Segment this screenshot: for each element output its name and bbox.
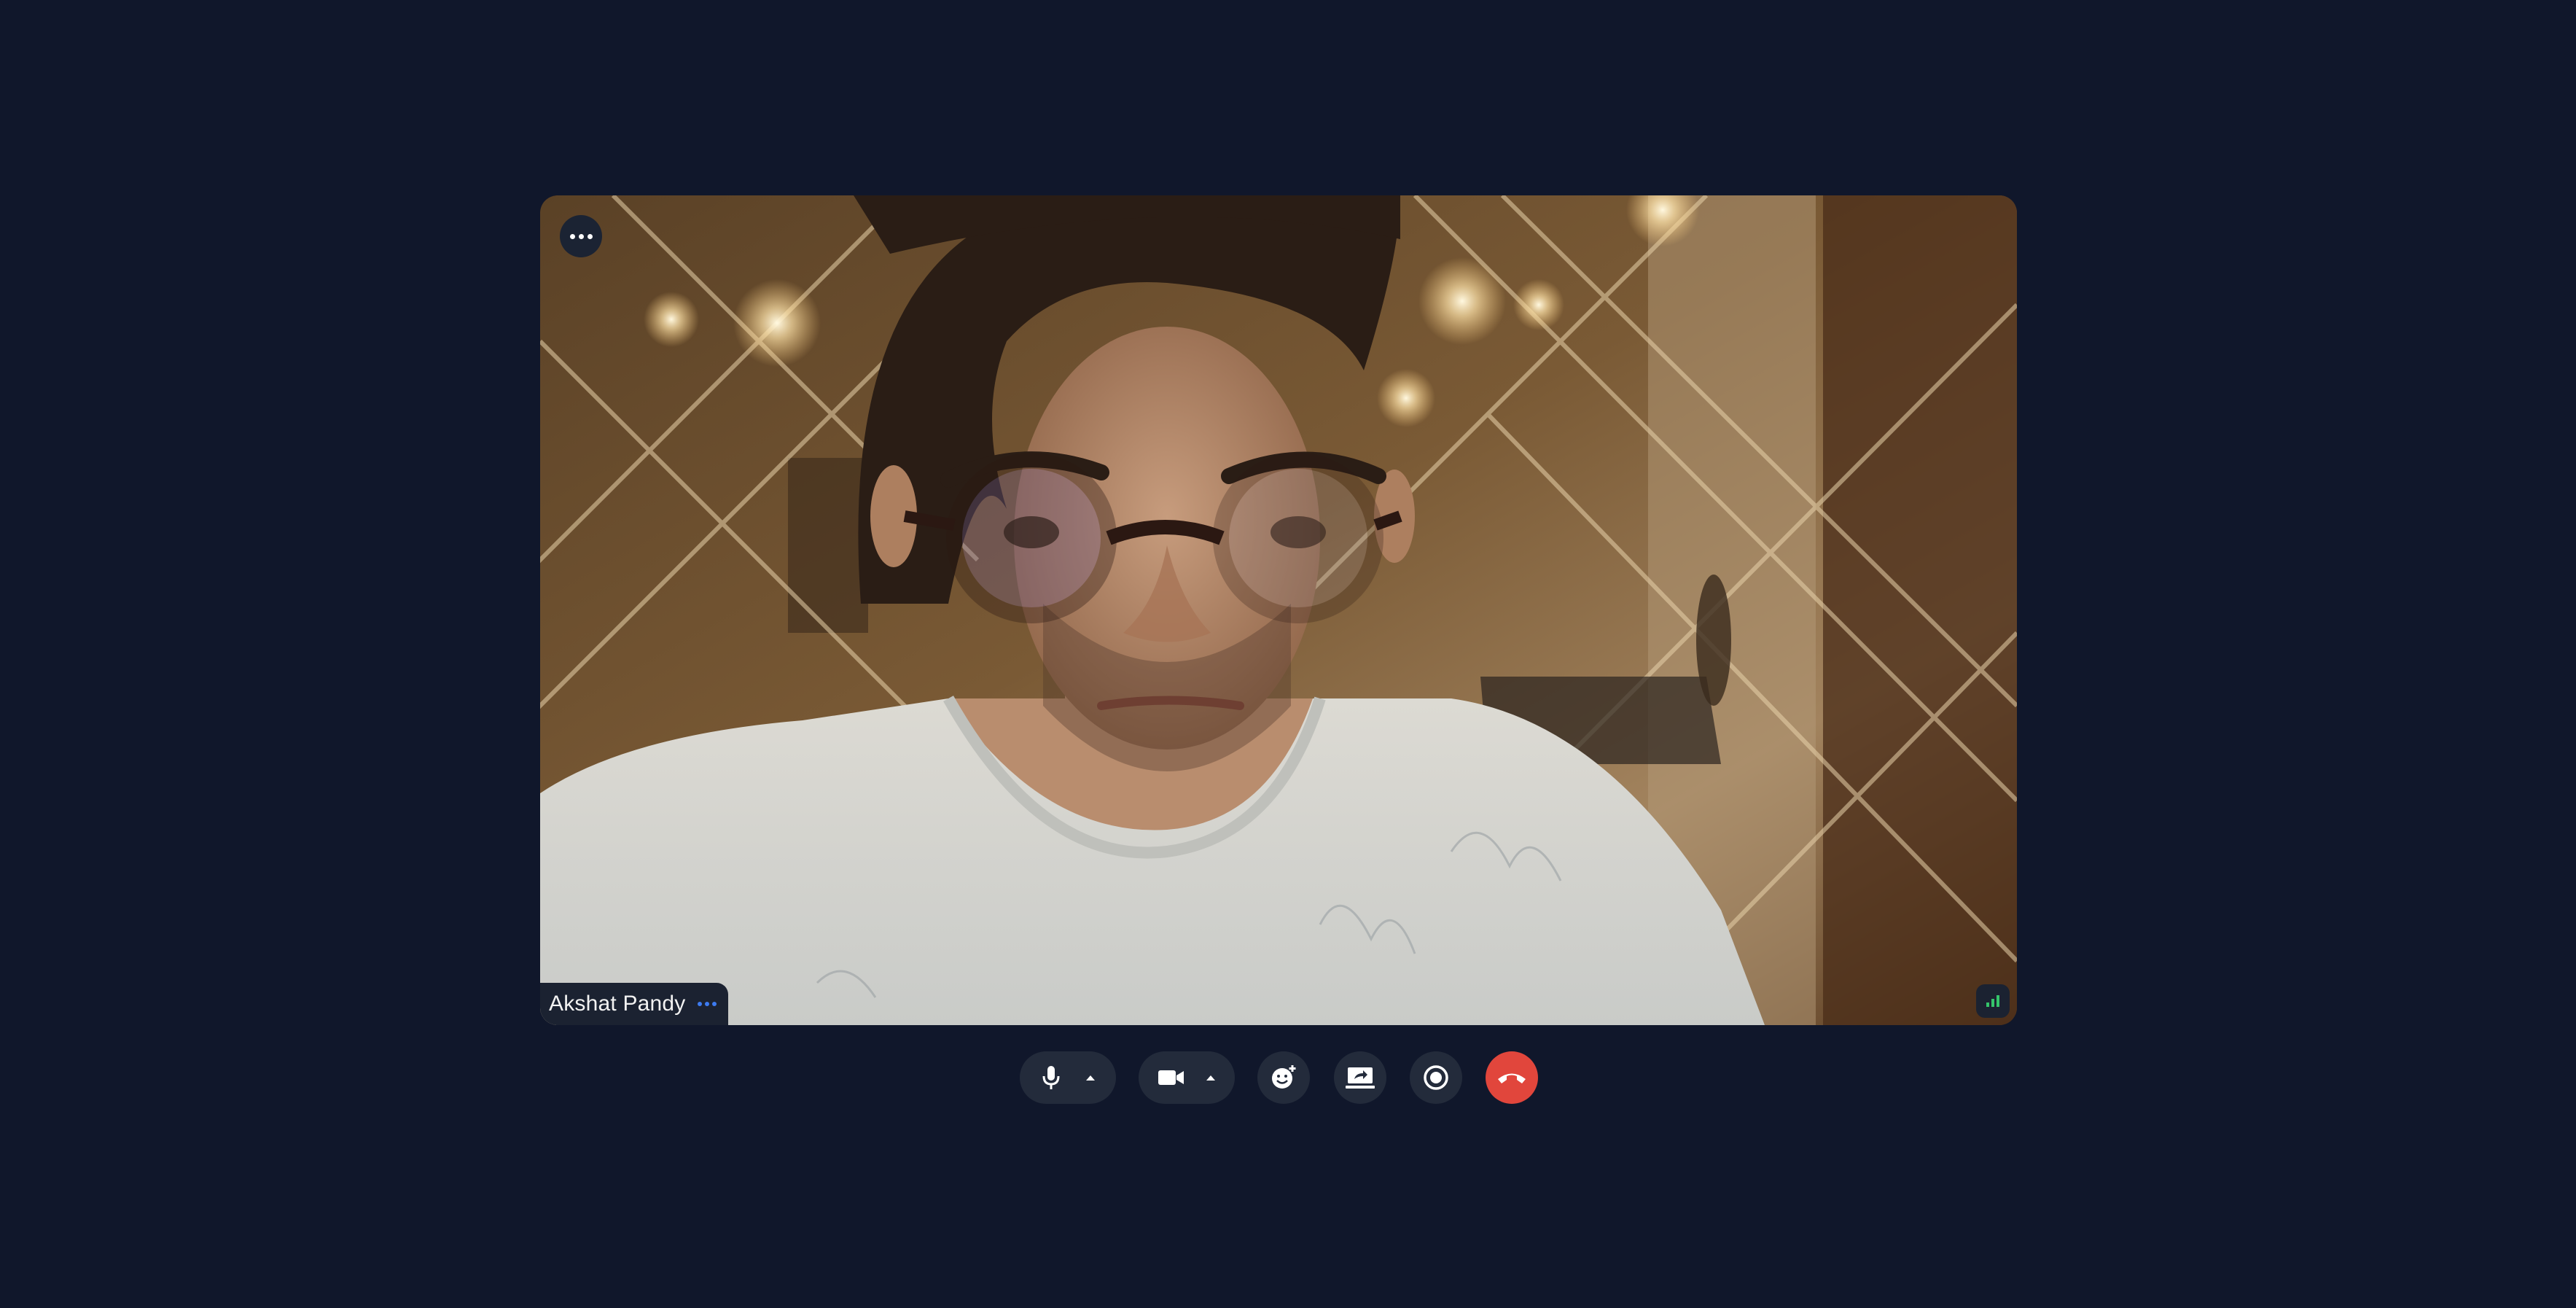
- tile-more-options-button[interactable]: [560, 215, 602, 257]
- share-screen-button[interactable]: [1334, 1051, 1386, 1104]
- microphone-control: [1020, 1051, 1116, 1104]
- leave-call-button[interactable]: [1486, 1051, 1538, 1104]
- camera-control: [1139, 1051, 1235, 1104]
- participant-video-feed: [540, 195, 2017, 1025]
- participant-name: Akshat Pandy: [549, 992, 686, 1016]
- signal-bars-icon: [1986, 995, 1999, 1007]
- emoji-add-icon: [1272, 1065, 1296, 1089]
- screen-share-icon: [1346, 1067, 1375, 1089]
- record-icon: [1424, 1065, 1448, 1090]
- more-horizontal-icon: [569, 233, 593, 239]
- caret-up-icon: [1206, 1075, 1215, 1081]
- participant-name-tag: Akshat Pandy: [540, 983, 728, 1025]
- participant-options-button[interactable]: [696, 999, 718, 1009]
- more-horizontal-icon: [697, 1002, 702, 1006]
- video-camera-icon: [1158, 1070, 1184, 1085]
- record-button[interactable]: [1410, 1051, 1462, 1104]
- camera-options-button[interactable]: [1205, 1074, 1217, 1081]
- reactions-button[interactable]: [1257, 1051, 1310, 1104]
- caret-up-icon: [1085, 1075, 1095, 1081]
- mute-button[interactable]: [1040, 1064, 1062, 1091]
- connection-quality-badge[interactable]: [1976, 984, 2010, 1018]
- participant-video-tile: Akshat Pandy: [540, 195, 2017, 1025]
- microphone-options-button[interactable]: [1085, 1074, 1096, 1081]
- phone-hangup-icon: [1498, 1073, 1526, 1083]
- microphone-icon: [1042, 1066, 1059, 1089]
- camera-toggle-button[interactable]: [1158, 1068, 1185, 1087]
- call-controls-bar: [0, 1051, 2576, 1107]
